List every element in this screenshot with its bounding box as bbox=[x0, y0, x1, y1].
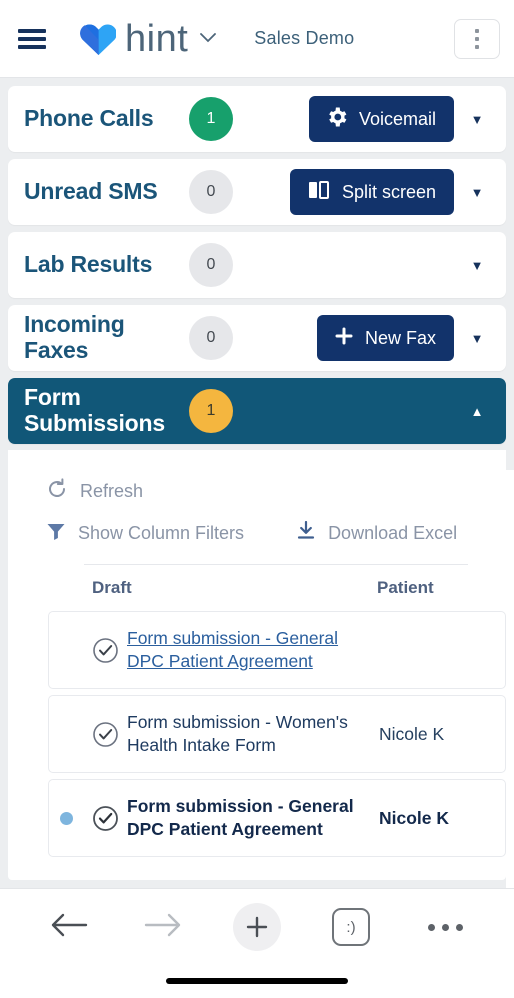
refresh-icon bbox=[46, 478, 68, 505]
voicemail-button-label: Voicemail bbox=[358, 108, 436, 129]
expand-caret-unread-sms[interactable]: ▼ bbox=[462, 185, 492, 200]
hamburger-bar bbox=[18, 28, 46, 33]
card-count-badge: 1 bbox=[189, 97, 233, 141]
new-fax-button-label: New Fax bbox=[364, 327, 436, 348]
kebab-dot bbox=[475, 29, 479, 33]
browser-more-button[interactable] bbox=[398, 923, 492, 931]
hamburger-bar bbox=[18, 36, 46, 41]
new-fax-button[interactable]: New Fax bbox=[316, 315, 454, 361]
table-row[interactable]: Form submission - Women's Health Intake … bbox=[48, 695, 506, 773]
refresh-label: Refresh bbox=[80, 481, 144, 501]
toolbar-row-refresh: Refresh bbox=[46, 470, 506, 513]
show-column-filters-label: Show Column Filters bbox=[78, 523, 245, 543]
app-root: hint Sales Demo Phone Calls 1 Voicemail … bbox=[0, 0, 514, 998]
download-icon bbox=[296, 520, 316, 546]
card-form-submissions[interactable]: Form Submissions 1 ▲ bbox=[8, 378, 506, 444]
draft-link[interactable]: Form submission - General DPC Patient Ag… bbox=[127, 628, 338, 671]
brand-dropdown[interactable]: hint bbox=[80, 17, 217, 60]
forward-arrow-icon bbox=[144, 911, 182, 944]
smiley-tab-icon: :) bbox=[332, 908, 370, 946]
chevron-down-icon[interactable] bbox=[200, 31, 217, 47]
plus-icon bbox=[233, 903, 281, 951]
hamburger-bar bbox=[18, 44, 46, 49]
cell-patient: Nicole K bbox=[379, 807, 450, 828]
inbox-card-stack: Phone Calls 1 Voicemail ▼ Unread SMS 0 S… bbox=[0, 78, 514, 444]
card-phone-calls[interactable]: Phone Calls 1 Voicemail ▼ bbox=[8, 86, 506, 152]
card-title: Lab Results bbox=[24, 251, 153, 278]
new-tab-button[interactable] bbox=[210, 903, 304, 951]
home-indicator bbox=[166, 978, 348, 984]
download-excel-label: Download Excel bbox=[328, 523, 458, 543]
back-arrow-icon bbox=[50, 911, 88, 944]
toolbar-row-filters: Show Column Filters Download Excel bbox=[46, 513, 506, 554]
card-unread-sms[interactable]: Unread SMS 0 Split screen ▼ bbox=[8, 159, 506, 225]
dot bbox=[441, 923, 449, 931]
tabs-button[interactable]: :) bbox=[304, 908, 398, 946]
kebab-dot bbox=[475, 37, 479, 41]
unread-dot-cell bbox=[49, 811, 83, 825]
card-title: Phone Calls bbox=[24, 105, 154, 132]
show-column-filters-button[interactable]: Show Column Filters bbox=[46, 513, 244, 554]
voicemail-button[interactable]: Voicemail bbox=[308, 96, 454, 142]
column-header-draft: Draft bbox=[92, 578, 132, 597]
unread-indicator-dot bbox=[59, 811, 73, 825]
brand-wordmark: hint bbox=[125, 17, 189, 60]
gear-icon bbox=[327, 107, 347, 132]
filter-icon bbox=[46, 521, 66, 546]
split-screen-button[interactable]: Split screen bbox=[289, 169, 454, 215]
browser-navigation-bar: :) bbox=[0, 888, 514, 998]
check-circle-icon[interactable] bbox=[83, 805, 127, 832]
hint-heart-logo-icon bbox=[80, 22, 117, 56]
cell-draft[interactable]: Form submission - Women's Health Intake … bbox=[127, 711, 379, 757]
table-row[interactable]: Form submission - General DPC Patient Ag… bbox=[48, 611, 506, 689]
forward-button[interactable] bbox=[116, 911, 210, 944]
expand-caret-incoming-faxes[interactable]: ▼ bbox=[462, 331, 492, 346]
card-count-badge: 1 bbox=[189, 389, 233, 433]
table-row[interactable]: Form submission - General DPC Patient Ag… bbox=[48, 779, 506, 857]
card-count-badge: 0 bbox=[189, 170, 233, 214]
organization-name: Sales Demo bbox=[254, 28, 355, 48]
expand-caret-phone-calls[interactable]: ▼ bbox=[462, 112, 492, 127]
horizontal-scroll-clip bbox=[506, 470, 514, 888]
card-title: Unread SMS bbox=[24, 178, 158, 205]
dot bbox=[455, 923, 463, 931]
header-more-options-button[interactable] bbox=[454, 19, 500, 59]
check-circle-icon[interactable] bbox=[83, 637, 127, 664]
download-excel-button[interactable]: Download Excel bbox=[296, 513, 457, 554]
kebab-dot bbox=[475, 45, 479, 49]
more-dots-icon bbox=[427, 923, 463, 931]
browser-nav-row: :) bbox=[0, 889, 514, 965]
form-submissions-panel: Refresh Show Column Filters Download Exc… bbox=[8, 450, 506, 880]
card-lab-results[interactable]: Lab Results 0 ▼ bbox=[8, 232, 506, 298]
app-header: hint Sales Demo bbox=[0, 0, 514, 78]
card-count-badge: 0 bbox=[189, 316, 233, 360]
check-circle-icon[interactable] bbox=[83, 721, 127, 748]
card-count-badge: 0 bbox=[189, 243, 233, 287]
cell-draft[interactable]: Form submission - General DPC Patient Ag… bbox=[127, 795, 379, 841]
form-submissions-table: Draft Patient Form submission - General … bbox=[8, 565, 506, 863]
card-title: Incoming Faxes bbox=[24, 311, 125, 363]
column-header-patient: Patient bbox=[377, 578, 434, 597]
dot bbox=[427, 923, 435, 931]
cell-draft[interactable]: Form submission - General DPC Patient Ag… bbox=[127, 627, 379, 673]
refresh-button[interactable]: Refresh bbox=[46, 470, 143, 513]
table-header-row: Draft Patient bbox=[8, 565, 506, 611]
back-button[interactable] bbox=[22, 911, 116, 944]
card-title: Form Submissions bbox=[24, 384, 165, 436]
expand-caret-lab-results[interactable]: ▼ bbox=[462, 258, 492, 273]
collapse-caret-form-submissions[interactable]: ▲ bbox=[462, 404, 492, 419]
plus-icon bbox=[335, 327, 353, 350]
panel-toolbar: Refresh Show Column Filters Download Exc… bbox=[8, 464, 506, 565]
hamburger-menu-icon[interactable] bbox=[18, 22, 52, 56]
split-screen-button-label: Split screen bbox=[341, 181, 436, 202]
card-incoming-faxes[interactable]: Incoming Faxes 0 New Fax ▼ bbox=[8, 305, 506, 371]
cell-patient: Nicole K bbox=[379, 723, 445, 744]
split-screen-icon bbox=[308, 180, 330, 205]
